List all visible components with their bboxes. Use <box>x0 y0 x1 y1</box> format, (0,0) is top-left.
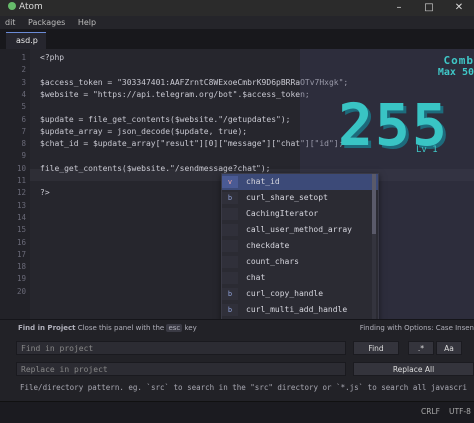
line-number: 15 <box>0 225 26 234</box>
suggestion-label: chat <box>246 270 265 286</box>
autocomplete-item[interactable]: b curl_copy_handle <box>222 286 378 302</box>
code-line[interactable]: ?> <box>40 188 50 197</box>
line-number: 9 <box>0 151 26 160</box>
suggestion-type-icon <box>222 272 238 284</box>
replace-all-button[interactable]: Replace All <box>353 362 474 376</box>
line-number: 2 <box>0 65 26 74</box>
esc-key-badge: esc <box>166 324 182 332</box>
close-hint: Close this panel with the <box>78 324 165 332</box>
suggestion-type-icon: b <box>222 304 238 316</box>
suggestion-type-icon <box>222 208 238 220</box>
tab-bar: asd.p <box>0 29 474 50</box>
suggestion-label: chat_id <box>246 174 280 190</box>
overlay-title: Comb <box>444 54 474 67</box>
line-number: 17 <box>0 250 26 259</box>
menu-packages[interactable]: Packages <box>23 16 70 27</box>
find-input[interactable]: Find in project <box>16 341 346 355</box>
line-number: 4 <box>0 90 26 99</box>
find-in-project-panel: Find in Project Close this panel with th… <box>0 319 474 402</box>
autocomplete-item[interactable]: b curl_share_setopt <box>222 190 378 206</box>
autocomplete-scroll-thumb[interactable] <box>372 174 376 234</box>
autocomplete-item[interactable]: chat <box>222 270 378 286</box>
title-bar: Atom – □ ✕ <box>0 0 474 16</box>
suggestion-label: count_chars <box>246 254 299 270</box>
suggestion-label: curl_multi_add_handle <box>246 302 347 318</box>
line-number: 7 <box>0 127 26 136</box>
tab-asd-php[interactable]: asd.p <box>6 32 46 49</box>
case-sensitive-button[interactable]: Aa <box>436 341 462 355</box>
suggestion-label: CachingIterator <box>246 206 318 222</box>
overlay-level: Lv 1 <box>416 145 438 155</box>
menu-edit[interactable]: dit <box>0 16 20 27</box>
line-number: 6 <box>0 115 26 124</box>
autocomplete-item[interactable]: count_chars <box>222 254 378 270</box>
minimize-button[interactable]: – <box>384 0 414 16</box>
autocomplete-item[interactable]: b curl_multi_add_handle <box>222 302 378 318</box>
line-number: 8 <box>0 139 26 148</box>
overlay-subtitle: Max 50 <box>438 67 474 78</box>
find-panel-title: Find in Project <box>18 324 75 332</box>
close-window-button[interactable]: ✕ <box>444 0 474 16</box>
suggestion-label: curl_copy_handle <box>246 286 323 302</box>
line-number: 20 <box>0 287 26 296</box>
line-number: 12 <box>0 188 26 197</box>
regex-toggle-button[interactable]: .* <box>408 341 434 355</box>
path-pattern-hint: File/directory pattern. eg. `src` to sea… <box>20 383 467 392</box>
menu-bar: dit Packages Help <box>0 16 474 29</box>
suggestion-type-icon: b <box>222 288 238 300</box>
code-line[interactable]: $update_array = json_decode($update, tru… <box>40 127 247 136</box>
window-title: Atom <box>19 2 43 12</box>
line-number: 11 <box>0 176 26 185</box>
line-number: 16 <box>0 238 26 247</box>
line-number: 13 <box>0 201 26 210</box>
suggestion-type-icon <box>222 240 238 252</box>
autocomplete-popup[interactable]: bcurl_multi_remove_handlebcurl_multi_add… <box>221 173 379 335</box>
encoding-indicator[interactable]: UTF-8 <box>449 407 471 416</box>
autocomplete-scrollbar[interactable] <box>372 174 376 334</box>
line-number: 1 <box>0 53 26 62</box>
find-button[interactable]: Find <box>353 341 399 355</box>
line-ending-indicator[interactable]: CRLF <box>421 407 440 416</box>
atom-app-icon <box>8 2 16 10</box>
key-word: key <box>185 324 197 332</box>
maximize-button[interactable]: □ <box>414 0 444 16</box>
suggestion-label: call_user_method_array <box>246 222 352 238</box>
line-number-gutter: 1234567891011121314151617181920 <box>0 49 30 319</box>
code-line[interactable]: $chat_id = $update_array["result"][0]["m… <box>40 139 343 148</box>
suggestion-type-icon: b <box>222 192 238 204</box>
suggestion-type-icon <box>222 224 238 236</box>
autocomplete-item[interactable]: v chat_id <box>222 174 378 190</box>
suggestion-type-icon <box>222 256 238 268</box>
line-number: 18 <box>0 262 26 271</box>
suggestion-label: curl_share_setopt <box>246 190 328 206</box>
suggestion-type-icon: v <box>222 176 238 188</box>
autocomplete-item[interactable]: checkdate <box>222 238 378 254</box>
find-options-label: Finding with Options: Case Insen <box>360 324 474 332</box>
code-line[interactable]: $update = file_get_contents($website."/g… <box>40 115 290 124</box>
code-line[interactable]: <?php <box>40 53 64 62</box>
code-line-tail: "); <box>256 164 270 173</box>
menu-help[interactable]: Help <box>73 16 101 27</box>
suggestion-label: checkdate <box>246 238 289 254</box>
line-number: 14 <box>0 213 26 222</box>
autocomplete-item[interactable]: CachingIterator <box>222 206 378 222</box>
line-number: 3 <box>0 78 26 87</box>
status-bar: CRLF UTF-8 <box>0 401 474 423</box>
line-number: 10 <box>0 164 26 173</box>
line-number: 19 <box>0 274 26 283</box>
autocomplete-item[interactable]: call_user_method_array <box>222 222 378 238</box>
code-line[interactable]: file_get_contents($website."/sendmessage… <box>40 164 257 173</box>
replace-input[interactable]: Replace in project <box>16 362 346 376</box>
code-line[interactable]: $website = "https://api.telegram.org/bot… <box>40 90 310 99</box>
line-number: 5 <box>0 102 26 111</box>
